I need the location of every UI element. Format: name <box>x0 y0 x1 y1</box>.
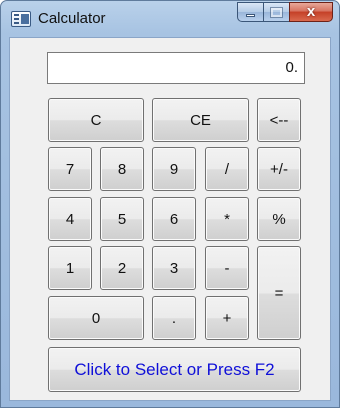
clear-button[interactable]: C <box>48 98 144 142</box>
maximize-button[interactable] <box>263 2 289 22</box>
close-button[interactable]: x <box>289 2 333 22</box>
calculator-body: 0. C CE <-- 7 8 9 / +/- 4 5 6 * % 1 2 3 … <box>9 37 331 401</box>
digit-8-button[interactable]: 8 <box>100 147 144 191</box>
decimal-button[interactable]: . <box>152 296 196 340</box>
minimize-icon <box>246 13 255 17</box>
digit-5-button[interactable]: 5 <box>100 197 144 241</box>
title-bar[interactable]: Calculator x <box>1 1 339 37</box>
minimize-button[interactable] <box>237 2 263 22</box>
backspace-button[interactable]: <-- <box>257 98 301 142</box>
clear-entry-button[interactable]: CE <box>152 98 249 142</box>
digit-6-button[interactable]: 6 <box>152 197 196 241</box>
close-icon: x <box>306 3 316 20</box>
digit-2-button[interactable]: 2 <box>100 246 144 290</box>
caption-buttons: x <box>237 2 333 22</box>
result-display: 0. <box>47 52 305 84</box>
window-title: Calculator <box>38 10 106 27</box>
digit-0-button[interactable]: 0 <box>48 296 144 340</box>
maximize-icon <box>270 6 283 18</box>
digit-3-button[interactable]: 3 <box>152 246 196 290</box>
digit-1-button[interactable]: 1 <box>48 246 92 290</box>
add-button[interactable]: + <box>205 296 249 340</box>
equals-button[interactable]: = <box>257 246 301 340</box>
subtract-button[interactable]: - <box>205 246 249 290</box>
calculator-window: Calculator x 0. C CE <-- 7 8 9 / +/- 4 5… <box>0 0 340 408</box>
divide-button[interactable]: / <box>205 147 249 191</box>
plus-minus-button[interactable]: +/- <box>257 147 301 191</box>
digit-7-button[interactable]: 7 <box>48 147 92 191</box>
calculator-app-icon <box>11 11 31 27</box>
percent-button[interactable]: % <box>257 197 301 241</box>
multiply-button[interactable]: * <box>205 197 249 241</box>
select-button[interactable]: Click to Select or Press F2 <box>48 347 301 392</box>
digit-4-button[interactable]: 4 <box>48 197 92 241</box>
digit-9-button[interactable]: 9 <box>152 147 196 191</box>
